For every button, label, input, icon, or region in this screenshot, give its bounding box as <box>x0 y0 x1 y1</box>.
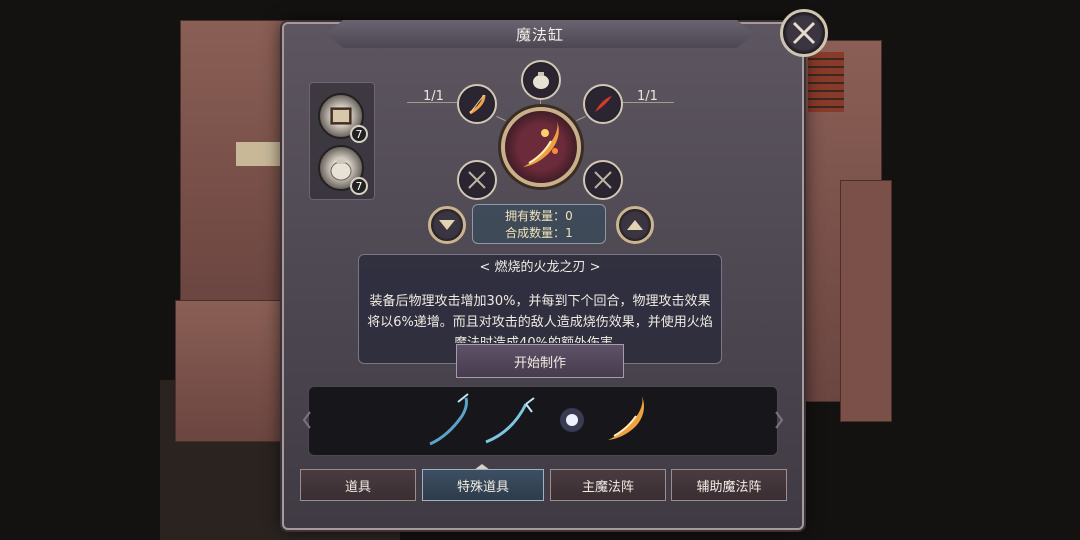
empty-slot-icon <box>594 171 612 189</box>
result-slot[interactable] <box>501 107 581 187</box>
start-craft-button[interactable]: 开始制作 <box>456 344 624 378</box>
slot-upper-left[interactable] <box>457 84 497 124</box>
ice-bow-icon <box>485 397 535 444</box>
slot-lower-left-empty[interactable] <box>457 160 497 200</box>
open-book <box>236 142 280 166</box>
bow-icon <box>469 94 486 115</box>
empty-slot-icon <box>468 171 486 189</box>
wall-lower-left <box>175 300 287 442</box>
material-pouch[interactable]: 7 <box>318 145 368 195</box>
craftable-count: 合成数量：1 <box>505 226 573 240</box>
tab-special-items[interactable]: 特殊道具 <box>422 469 544 501</box>
bookshelf <box>808 52 844 112</box>
increase-button[interactable] <box>616 206 654 244</box>
right-ratio: 1/1 <box>637 89 658 104</box>
decrease-button[interactable] <box>428 206 466 244</box>
ice-blade-icon <box>429 393 469 446</box>
fire-dragon-blade-icon <box>608 396 644 440</box>
close-button[interactable] <box>780 9 828 57</box>
chevron-left-icon[interactable] <box>302 410 312 430</box>
tab-support-magic-circle[interactable]: 辅助魔法阵 <box>671 469 787 501</box>
material-count: 7 <box>350 125 368 143</box>
spirit-orb-icon <box>560 408 584 432</box>
material-list: 7 7 <box>309 82 375 200</box>
material-spellbook[interactable]: 7 <box>318 93 368 143</box>
wall-right-front <box>840 180 892 422</box>
item-description: 装备后物理攻击增加30%，并每到下个回合，物理攻击效果将以6%递增。而且对攻击的… <box>367 294 713 343</box>
title-bar: 魔法缸 <box>326 20 754 48</box>
pouch-icon <box>533 72 549 89</box>
fire-dragon-blade-icon <box>523 121 559 167</box>
quantity-box: 拥有数量：0 合成数量：1 <box>472 204 606 244</box>
chevron-right-icon[interactable] <box>774 410 784 430</box>
chevron-down-icon <box>439 220 455 230</box>
chevron-up-icon <box>627 220 643 230</box>
window-title: 魔法缸 <box>515 25 564 44</box>
owned-count: 拥有数量：0 <box>505 209 573 223</box>
tab-items[interactable]: 道具 <box>300 469 416 501</box>
close-icon <box>792 21 816 45</box>
material-count: 7 <box>350 177 368 195</box>
slot-lower-right-empty[interactable] <box>583 160 623 200</box>
left-ratio: 1/1 <box>423 89 444 104</box>
item-name: < 燃烧的火龙之刃 > <box>479 260 601 275</box>
slot-top[interactable] <box>521 60 561 100</box>
strip-item-ice-bow[interactable] <box>482 392 538 448</box>
feather-icon <box>595 96 612 112</box>
strip-item-fire-dragon-blade[interactable] <box>602 392 658 448</box>
item-strip <box>308 386 778 456</box>
tab-main-magic-circle[interactable]: 主魔法阵 <box>550 469 666 501</box>
slot-upper-right[interactable] <box>583 84 623 124</box>
strip-item-spirit-orb[interactable] <box>544 392 600 448</box>
strip-item-ice-blade[interactable] <box>424 392 480 448</box>
